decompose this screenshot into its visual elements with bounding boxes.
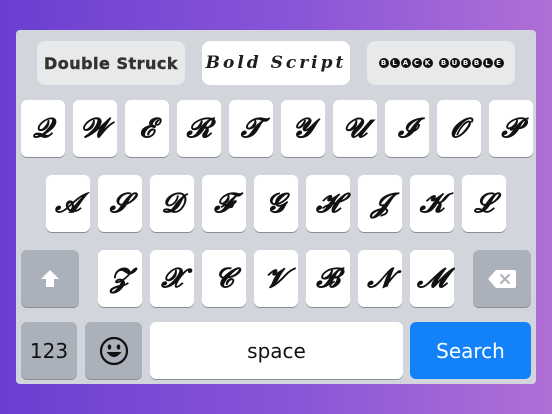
- key-a[interactable]: 𝓐: [46, 175, 90, 232]
- numbers-key[interactable]: 123: [21, 322, 77, 379]
- key-s[interactable]: 𝓢: [98, 175, 142, 232]
- search-key[interactable]: Search: [410, 322, 531, 379]
- emoji-icon: [99, 336, 128, 365]
- backspace-icon: [488, 269, 516, 288]
- key-c[interactable]: 𝓒: [202, 250, 246, 307]
- key-o[interactable]: 𝓞: [437, 100, 481, 157]
- key-b[interactable]: 𝓑: [306, 250, 350, 307]
- key-d[interactable]: 𝓓: [150, 175, 194, 232]
- key-g[interactable]: 𝓖: [254, 175, 298, 232]
- tab-bold-script[interactable]: Bold Script: [202, 41, 350, 85]
- key-l[interactable]: 𝓛: [462, 175, 506, 232]
- key-q[interactable]: 𝓠: [21, 100, 65, 157]
- shift-key[interactable]: [21, 250, 79, 307]
- key-r[interactable]: 𝓡: [177, 100, 221, 157]
- key-x[interactable]: 𝓧: [150, 250, 194, 307]
- shift-icon: [41, 269, 59, 287]
- emoji-key[interactable]: [85, 322, 142, 379]
- tab-black-bubble[interactable]: BLACKBUBBLE: [367, 41, 515, 85]
- key-j[interactable]: 𝓙: [358, 175, 402, 232]
- key-e[interactable]: 𝓔: [125, 100, 169, 157]
- key-z[interactable]: 𝓩: [98, 250, 142, 307]
- key-f[interactable]: 𝓕: [202, 175, 246, 232]
- key-w[interactable]: 𝓦: [73, 100, 117, 157]
- key-p[interactable]: 𝓟: [489, 100, 533, 157]
- key-m[interactable]: 𝓜: [410, 250, 454, 307]
- black-bubble-label: BLACKBUBBLE: [378, 58, 504, 68]
- key-u[interactable]: 𝓤: [333, 100, 377, 157]
- key-n[interactable]: 𝓝: [358, 250, 402, 307]
- backspace-key[interactable]: [473, 250, 531, 307]
- key-h[interactable]: 𝓗: [306, 175, 350, 232]
- tab-double-struck[interactable]: Double Struck: [37, 41, 185, 85]
- space-key[interactable]: space: [150, 322, 403, 379]
- key-k[interactable]: 𝓚: [410, 175, 454, 232]
- key-i[interactable]: 𝓘: [385, 100, 429, 157]
- key-y[interactable]: 𝓨: [281, 100, 325, 157]
- key-t[interactable]: 𝓣: [229, 100, 273, 157]
- key-v[interactable]: 𝓥: [254, 250, 298, 307]
- keyboard: Double Struck Bold Script BLACKBUBBLE 𝓠 …: [16, 30, 536, 384]
